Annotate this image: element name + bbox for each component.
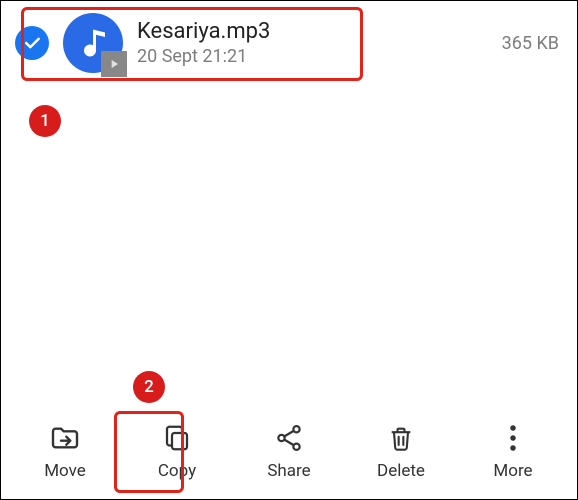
copy-icon <box>162 421 192 455</box>
annotation-callout-2: 2 <box>133 371 165 403</box>
file-size: 365 KB <box>502 33 563 54</box>
more-button[interactable]: More <box>468 421 558 481</box>
copy-label: Copy <box>158 461 196 481</box>
file-name: Kesariya.mp3 <box>137 19 488 44</box>
file-row[interactable]: Kesariya.mp3 20 Sept 21:21 365 KB <box>1 1 577 85</box>
trash-icon <box>387 421 415 455</box>
move-button[interactable]: Move <box>20 421 110 481</box>
move-label: Move <box>44 461 86 481</box>
copy-button[interactable]: Copy <box>132 421 222 481</box>
music-file-icon <box>63 13 123 73</box>
file-info: Kesariya.mp3 20 Sept 21:21 <box>137 19 488 67</box>
bottom-action-bar: Move Copy Share Delete <box>1 409 577 499</box>
selected-check-icon[interactable] <box>15 26 49 60</box>
move-folder-icon <box>49 421 81 455</box>
play-badge-icon <box>101 51 127 77</box>
delete-label: Delete <box>377 461 425 481</box>
more-dots-icon <box>509 421 517 455</box>
more-label: More <box>493 461 532 481</box>
file-date: 20 Sept 21:21 <box>137 46 488 67</box>
annotation-callout-1: 1 <box>29 105 61 137</box>
share-label: Share <box>267 461 310 481</box>
share-button[interactable]: Share <box>244 421 334 481</box>
delete-button[interactable]: Delete <box>356 421 446 481</box>
share-icon <box>274 421 304 455</box>
